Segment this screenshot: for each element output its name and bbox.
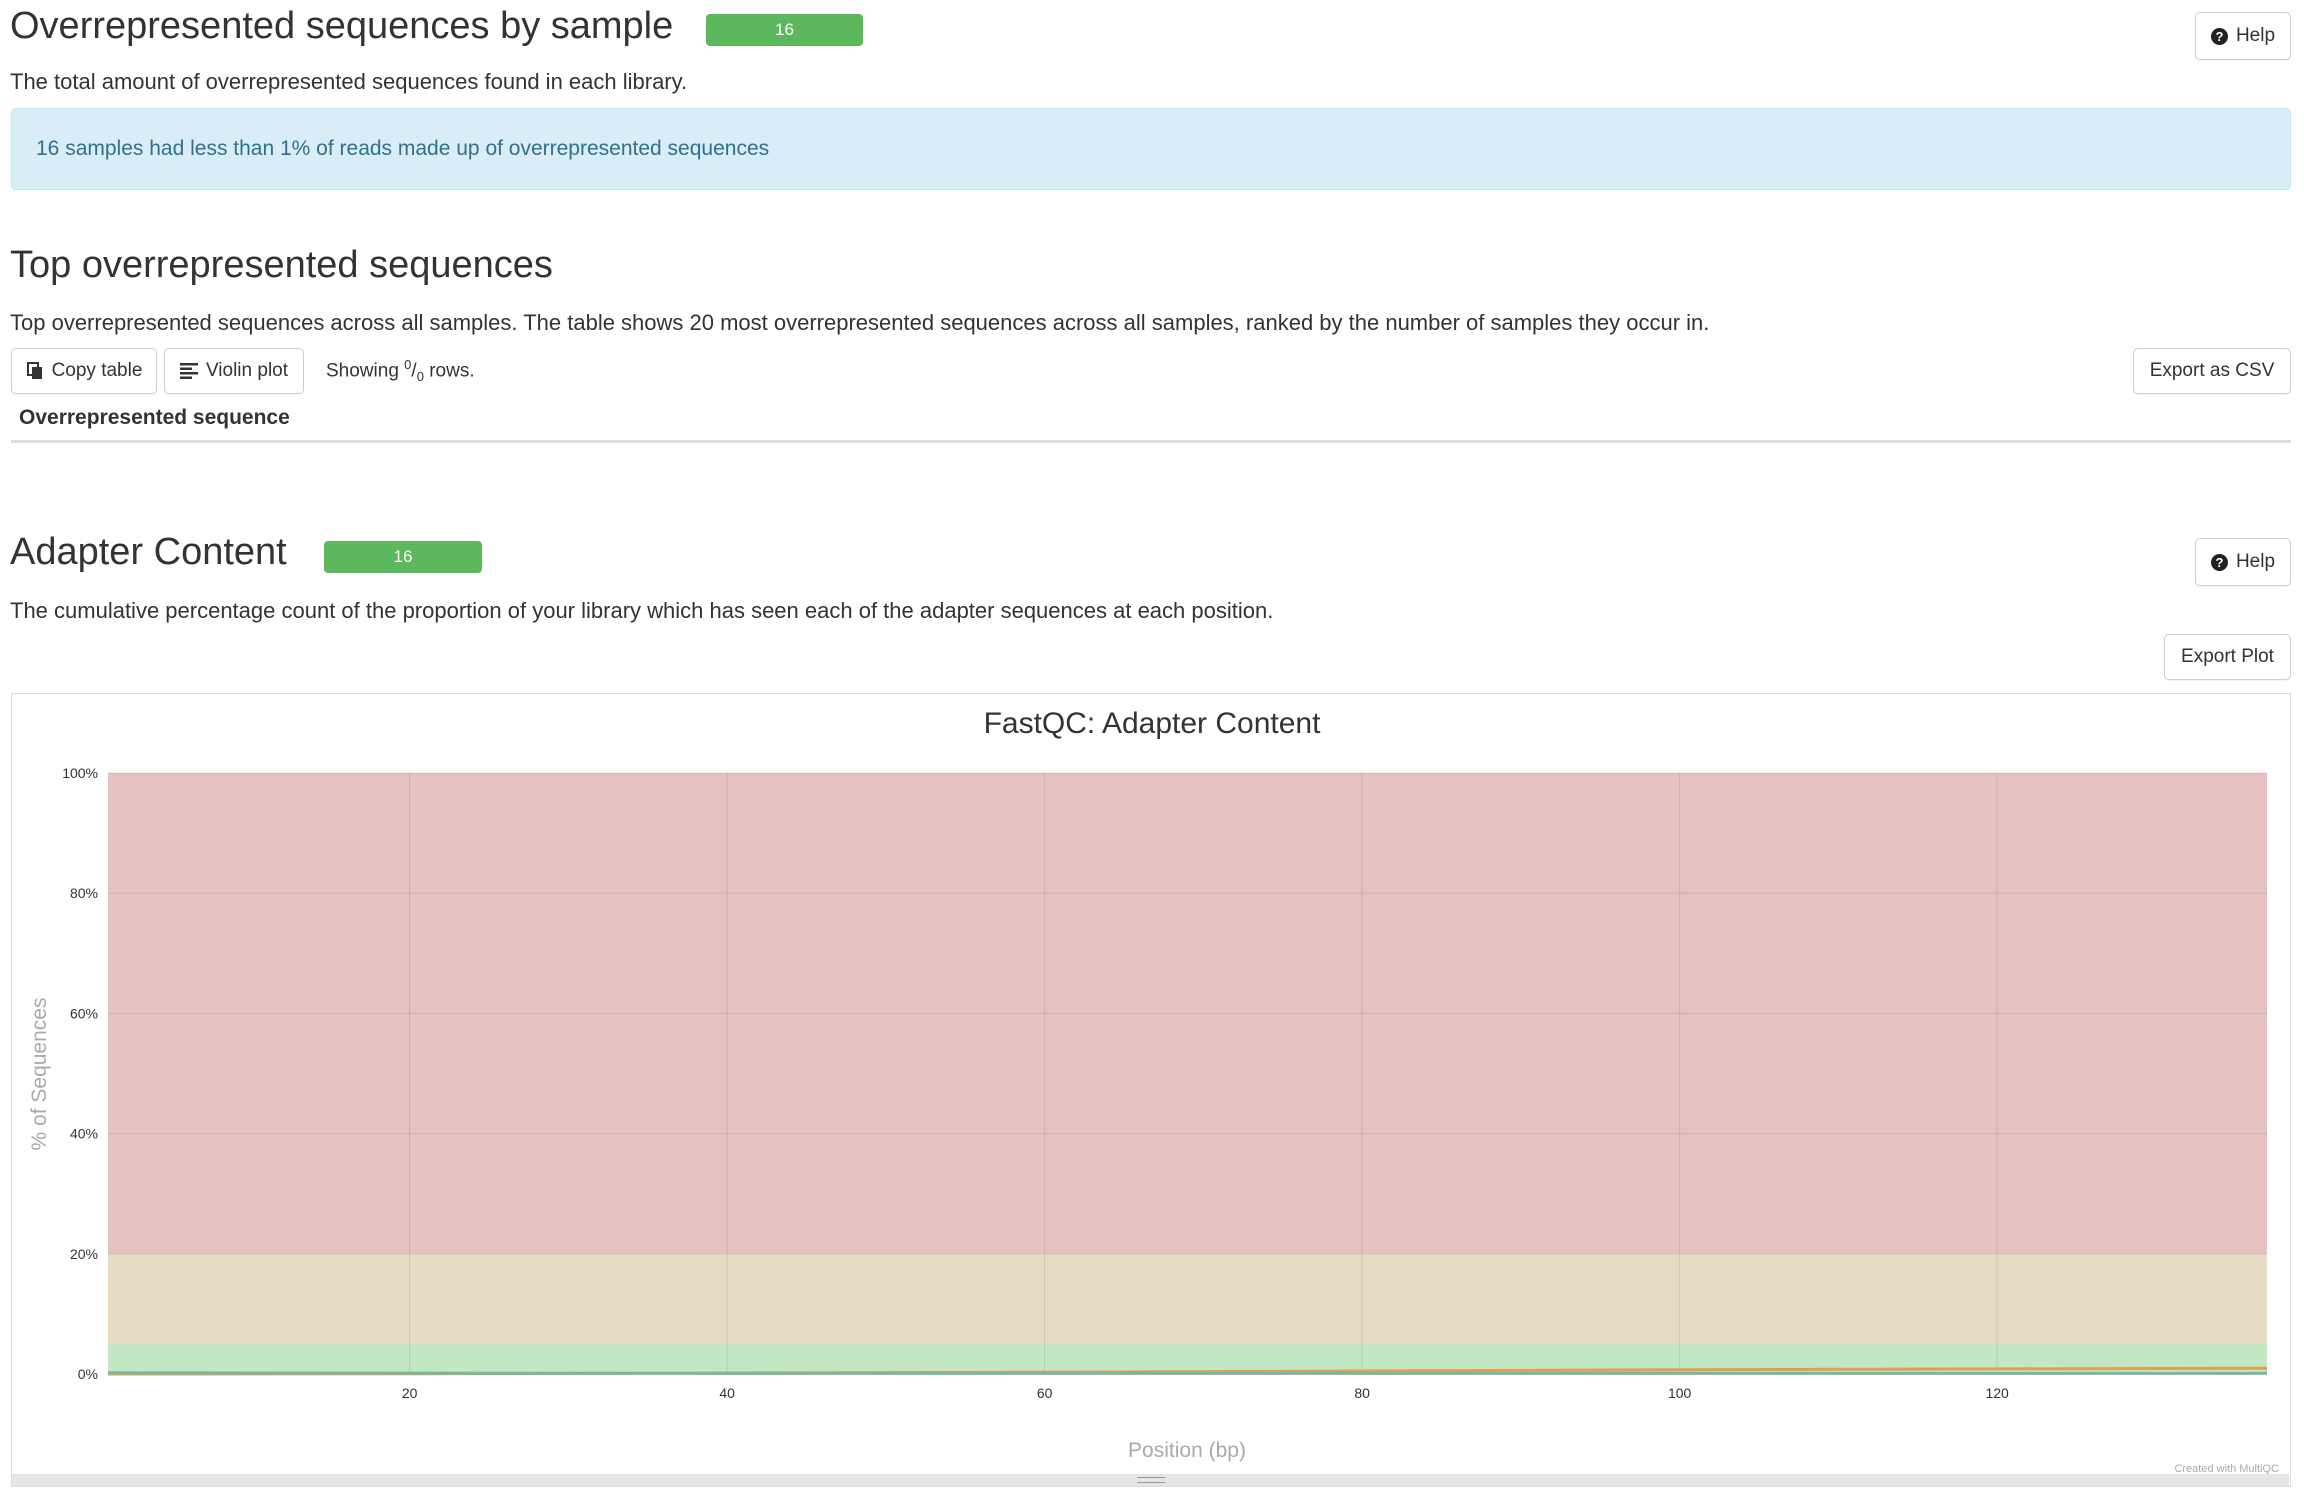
x-axis-title: Position (bp) xyxy=(1128,1439,1246,1462)
table-header-divider xyxy=(11,440,2291,443)
x-tick-label: 60 xyxy=(1037,1385,1053,1401)
overrep-section-title: Overrepresented sequences by sample xyxy=(10,5,674,47)
adapter-section-description: The cumulative percentage count of the p… xyxy=(10,598,1274,623)
showing-suffix: rows. xyxy=(423,360,475,382)
export-csv-button[interactable]: Export as CSV xyxy=(2133,348,2291,394)
violin-plot-button[interactable]: Violin plot xyxy=(164,348,304,394)
y-tick-label: 80% xyxy=(70,885,98,901)
y-tick-label: 40% xyxy=(70,1126,98,1142)
copy-table-label: Copy table xyxy=(51,360,143,381)
export-plot-label: Export Plot xyxy=(2181,646,2274,667)
adapter-content-chart[interactable]: 0% 20% 40% 60% 80% 100% 20 40 60 80 100 120 FastQC… xyxy=(12,694,2289,1485)
x-tick-label: 20 xyxy=(402,1385,418,1401)
y-tick-label: 100% xyxy=(62,765,98,781)
plot-container[interactable]: 0% 20% 40% 60% 80% 100% 20 40 60 80 100 120 FastQC… xyxy=(11,693,2291,1487)
y-tick-labels: 0% 20% 40% 60% 80% 100% xyxy=(62,765,98,1382)
resize-bar[interactable] xyxy=(12,1474,2289,1486)
help-button-label: Help xyxy=(2235,25,2276,46)
series-line-2 xyxy=(107,1371,2267,1375)
y-tick-label: 60% xyxy=(70,1005,98,1021)
showing-prefix: Showing xyxy=(326,360,405,382)
question-circle-icon: ? xyxy=(2210,27,2228,45)
question-circle-icon: ? xyxy=(2210,553,2228,571)
x-tick-label: 40 xyxy=(719,1385,735,1401)
export-csv-label: Export as CSV xyxy=(2149,360,2275,381)
help-button[interactable]: ? Help xyxy=(2195,12,2291,60)
export-plot-button[interactable]: Export Plot xyxy=(2164,634,2291,680)
top-overrep-section-title: Top overrepresented sequences xyxy=(10,244,553,286)
resize-handle-icon[interactable] xyxy=(1137,1477,1165,1483)
x-tick-label: 120 xyxy=(1985,1385,2009,1401)
help-button[interactable]: ? Help xyxy=(2195,538,2291,586)
showing-numerator: 0 xyxy=(404,357,412,372)
help-button-label: Help xyxy=(2235,551,2276,572)
adapter-section-title: Adapter Content xyxy=(10,531,287,573)
table-column-header[interactable]: Overrepresented sequence xyxy=(19,406,290,430)
y-tick-label: 20% xyxy=(70,1246,98,1262)
violin-plot-label: Violin plot xyxy=(205,360,289,381)
info-alert: 16 samples had less than 1% of reads mad… xyxy=(11,108,2291,190)
copy-table-button[interactable]: Copy table xyxy=(11,348,157,394)
top-overrep-section-description: Top overrepresented sequences across all… xyxy=(10,310,1710,335)
showing-rows-text: Showing 0/0 rows. xyxy=(326,357,475,385)
info-alert-text: 16 samples had less than 1% of reads mad… xyxy=(36,137,770,160)
status-badge[interactable]: 16 xyxy=(324,541,482,573)
overrep-section-description: The total amount of overrepresented sequ… xyxy=(10,69,688,94)
y-tick-label: 0% xyxy=(78,1366,98,1382)
band-warn xyxy=(108,1253,2267,1344)
x-tick-labels: 20 40 60 80 100 120 xyxy=(402,1385,2009,1401)
align-left-icon xyxy=(179,363,198,379)
threshold-bands xyxy=(108,773,2267,1374)
status-badge[interactable]: 16 xyxy=(706,14,863,46)
x-tick-label: 100 xyxy=(1668,1385,1692,1401)
chart-title: FastQC: Adapter Content xyxy=(984,707,1322,740)
showing-denominator: 0 xyxy=(416,369,424,385)
y-axis-title: % of Sequences xyxy=(28,998,51,1151)
x-tick-label: 80 xyxy=(1354,1385,1370,1401)
copy-icon xyxy=(26,362,42,379)
